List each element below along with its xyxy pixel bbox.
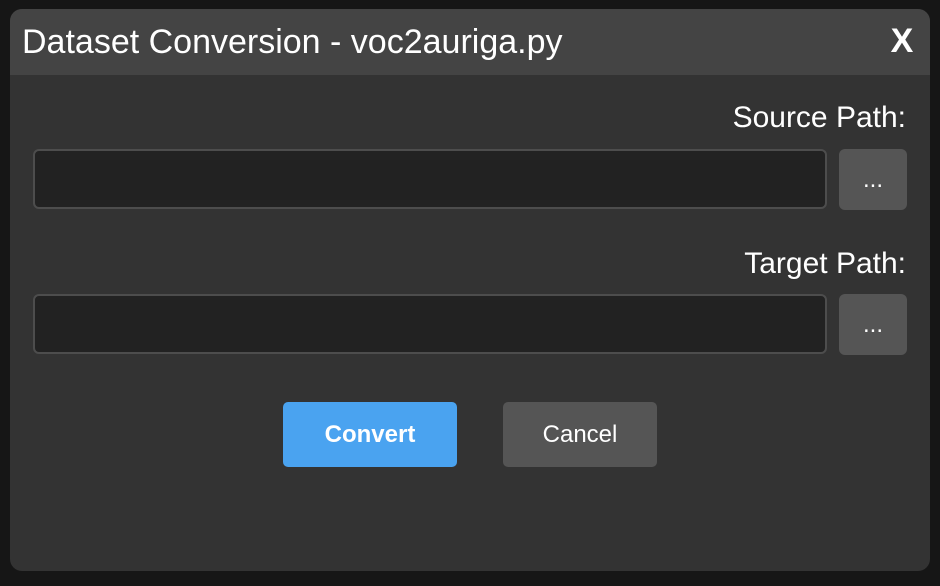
target-path-label: Target Path:: [744, 247, 906, 280]
dialog-title: Dataset Conversion - voc2auriga.py: [22, 23, 563, 61]
source-browse-button[interactable]: ...: [839, 149, 907, 210]
dialog-titlebar: Dataset Conversion - voc2auriga.py X: [10, 9, 930, 75]
cancel-button[interactable]: Cancel: [503, 402, 657, 467]
conversion-dialog: Dataset Conversion - voc2auriga.py X Sou…: [10, 9, 930, 571]
target-path-input[interactable]: [33, 294, 827, 354]
source-path-label: Source Path:: [732, 101, 906, 134]
source-path-input[interactable]: [33, 149, 827, 209]
convert-button[interactable]: Convert: [283, 402, 457, 467]
close-icon[interactable]: X: [884, 21, 920, 61]
target-browse-button[interactable]: ...: [839, 294, 907, 355]
